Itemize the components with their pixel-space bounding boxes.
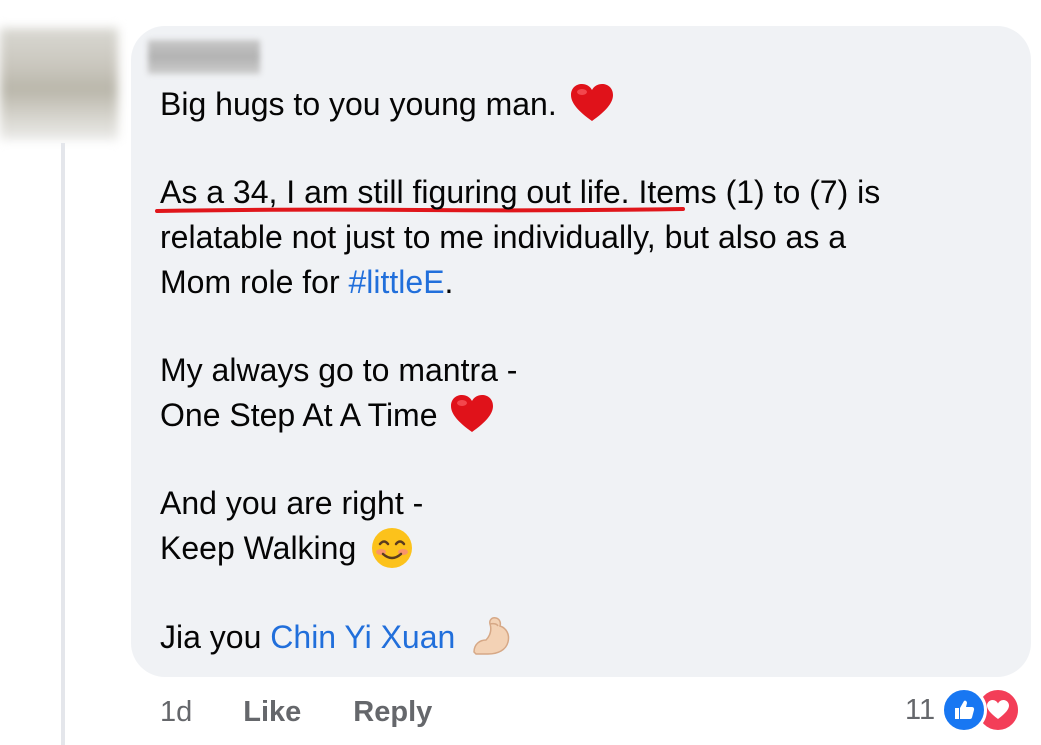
red-heart-icon bbox=[570, 84, 613, 121]
reaction-count[interactable]: 11 bbox=[905, 694, 935, 727]
like-button[interactable]: Like bbox=[243, 696, 301, 729]
comment-line: Items (1) to (7) is bbox=[629, 174, 881, 210]
comment-line: Mom role for bbox=[160, 264, 349, 300]
comment-line: Keep Walking bbox=[160, 530, 357, 566]
comment-line: And you are right - bbox=[160, 485, 424, 521]
comment-line: relatable not just to me individually, b… bbox=[160, 219, 847, 255]
mention-link[interactable]: Chin Yi Xuan bbox=[270, 619, 455, 655]
comment-paragraph-3: My always go to mantra - One Step At A T… bbox=[160, 348, 1020, 438]
comment-actions: 1d Like Reply bbox=[160, 690, 432, 734]
comment-line: Jia you bbox=[160, 619, 271, 655]
hashtag-link[interactable]: #littleE bbox=[348, 264, 444, 300]
reply-button[interactable]: Reply bbox=[353, 696, 432, 729]
comment-timestamp[interactable]: 1d bbox=[160, 696, 192, 729]
reaction-summary[interactable]: 11 bbox=[905, 686, 1022, 734]
comment-line: My always go to mantra - bbox=[160, 352, 518, 388]
thread-line bbox=[61, 143, 65, 745]
comment-text: Big hugs to you young man. As a 34, I am… bbox=[160, 82, 1020, 660]
comment-thread: Big hugs to you young man. As a 34, I am… bbox=[0, 0, 1041, 745]
comment-paragraph-4: And you are right - Keep Walking bbox=[160, 481, 1020, 571]
comment-line: Big hugs to you young man. bbox=[160, 86, 557, 122]
comment-paragraph-5: Jia you Chin Yi Xuan bbox=[160, 614, 1020, 660]
flexed-biceps-icon bbox=[473, 617, 510, 655]
smiling-face-icon bbox=[372, 528, 413, 568]
underlined-phrase: As a 34, I am still figuring out life. bbox=[160, 174, 630, 210]
comment-paragraph-2: As a 34, I am still figuring out life. I… bbox=[160, 170, 1020, 305]
comment-paragraph-1: Big hugs to you young man. bbox=[160, 82, 1020, 127]
red-heart-icon bbox=[451, 395, 494, 432]
thumbs-up-icon bbox=[941, 687, 988, 733]
avatar[interactable] bbox=[0, 28, 118, 140]
punctuation: . bbox=[444, 264, 454, 300]
author-name-redacted[interactable] bbox=[148, 40, 260, 74]
comment-line: One Step At A Time bbox=[160, 397, 438, 433]
